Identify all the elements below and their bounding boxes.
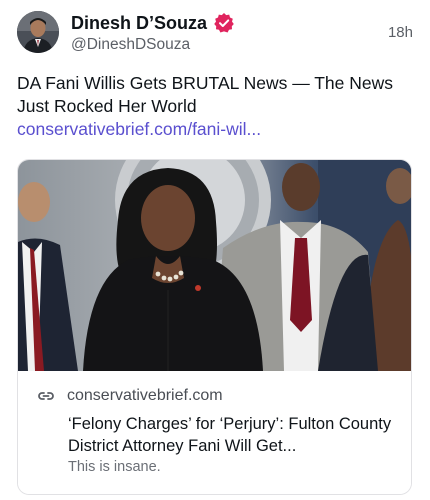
name-row: Dinesh D’Souza (71, 12, 235, 34)
social-post: Dinesh D’Souza @DineshDSouza 18h DA Fani… (0, 0, 430, 500)
author-handle[interactable]: @DineshDSouza (71, 36, 190, 54)
link-icon (37, 387, 55, 405)
post-text: DA Fani Willis Gets BRUTAL News — The Ne… (17, 73, 394, 116)
card-meta: conservativebrief.com ‘Felony Charges’ f… (18, 371, 411, 494)
card-domain-row: conservativebrief.com (37, 387, 223, 405)
card-domain: conservativebrief.com (67, 387, 223, 404)
display-name[interactable]: Dinesh D’Souza (71, 13, 207, 34)
profile-photo-icon (17, 11, 59, 53)
verified-badge-icon (213, 12, 235, 34)
preview-image (18, 160, 411, 371)
card-title: ‘Felony Charges’ for ‘Perjury’: Fulton C… (68, 415, 392, 455)
post-header: Dinesh D’Souza @DineshDSouza 18h (17, 10, 413, 54)
link-preview-card[interactable]: conservativebrief.com ‘Felony Charges’ f… (17, 159, 412, 495)
post-link[interactable]: conservativebrief.com/fani-wil... (17, 119, 261, 140)
avatar[interactable] (17, 11, 59, 53)
post-timestamp[interactable]: 18h (388, 24, 413, 41)
card-description: This is insane. (68, 459, 161, 475)
